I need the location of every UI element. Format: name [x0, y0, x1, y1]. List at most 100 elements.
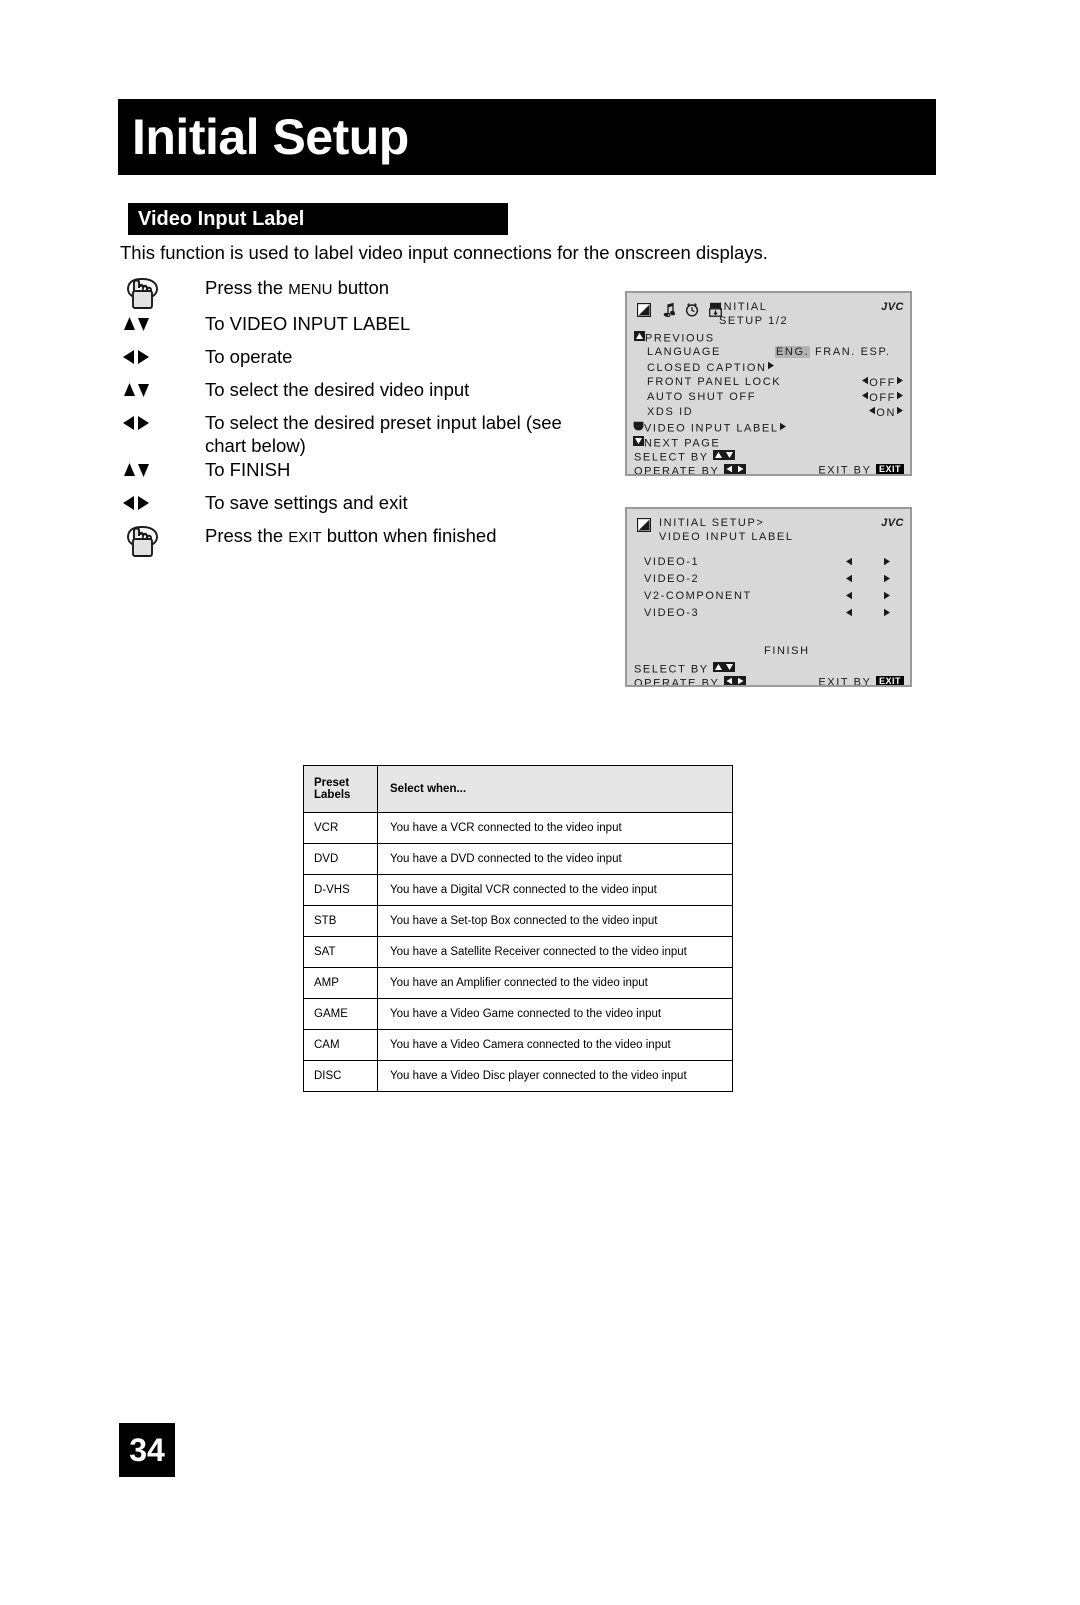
audio-note-icon[interactable]	[661, 302, 676, 322]
osd2-input-video-2-right-arrow[interactable]	[883, 574, 891, 586]
header-select-when: Select when...	[377, 765, 733, 813]
step-text-suffix: button	[332, 277, 390, 298]
down-triangle-icon	[724, 662, 736, 675]
cell-preset-label: GAME	[303, 998, 378, 1030]
osd-row-auto-shut-off-value[interactable]: OFF	[861, 391, 904, 404]
osd2-input-video-3-left-arrow[interactable]	[845, 608, 853, 620]
cell-description: You have an Amplifier connected to the v…	[377, 967, 733, 999]
cell-preset-label: STB	[303, 905, 378, 937]
timer-clock-icon[interactable]	[685, 302, 699, 322]
step-label: To operate	[205, 346, 293, 367]
left-right-arrows-icon	[120, 344, 205, 368]
left-triangle-icon	[861, 391, 869, 403]
osd-footer-select: SELECT BY	[634, 450, 736, 464]
osd-front-panel-lock-state: OFF	[869, 376, 896, 389]
step-to-video-input-label: To VIDEO INPUT LABEL	[120, 311, 610, 344]
step-label: To VIDEO INPUT LABEL	[205, 313, 411, 334]
right-triangle-icon	[896, 391, 904, 403]
cell-description: You have a Set-top Box connected to the …	[377, 905, 733, 937]
osd-video-input-label-text: VIDEO INPUT LABEL	[644, 422, 779, 435]
right-triangle-icon	[734, 676, 746, 685]
section-title: Video Input Label	[138, 208, 305, 230]
step-save-and-exit: To save settings and exit	[120, 490, 610, 523]
osd-row-video-input-label[interactable]: VIDEO INPUT LABEL	[633, 421, 787, 435]
cursor-pointer-icon	[633, 421, 644, 434]
osd2-input-video-1-label[interactable]: VIDEO-1	[644, 557, 699, 568]
osd-language-selected: ENG.	[775, 346, 811, 358]
osd-closed-caption-label: CLOSED CAPTION	[647, 361, 767, 374]
right-triangle-icon	[896, 406, 904, 418]
osd-previous-item[interactable]: PREVIOUS	[634, 331, 715, 345]
step-press-menu: Press the Menu button	[120, 275, 610, 311]
cell-preset-label: DISC	[303, 1060, 378, 1092]
osd-row-xds-id-label[interactable]: XDS ID	[647, 407, 693, 418]
up-down-arrows-icon	[120, 457, 205, 481]
up-triangle-icon	[713, 450, 725, 463]
table-row: CAM You have a Video Camera connected to…	[303, 1029, 733, 1061]
osd2-footer-operate-text: OPERATE BY	[634, 677, 720, 687]
osd2-input-video-3-label[interactable]: VIDEO-3	[644, 608, 699, 619]
step-text-keyname: Menu	[288, 281, 333, 298]
osd-footer-exit: EXIT BY EXIT	[818, 464, 904, 474]
down-triangle-icon	[724, 450, 736, 463]
osd2-footer-select-text: SELECT BY	[634, 663, 709, 676]
page-number: 34	[119, 1423, 175, 1477]
preset-labels-table: Preset Labels Select when... VCR You hav…	[303, 765, 733, 1092]
osd2-input-video-1-right-arrow[interactable]	[883, 557, 891, 569]
osd2-input-video-2-label[interactable]: VIDEO-2	[644, 574, 699, 585]
cell-preset-label: CAM	[303, 1029, 378, 1061]
step-text-keyname: Exit	[288, 529, 322, 547]
osd-row-front-panel-lock-label[interactable]: FRONT PANEL LOCK	[647, 377, 781, 388]
right-triangle-icon	[734, 464, 746, 474]
cell-description: You have a VCR connected to the video in…	[377, 812, 733, 844]
osd-xds-id-state: ON	[876, 406, 896, 419]
osd2-footer-operate: OPERATE BY	[634, 676, 746, 687]
table-row: AMP You have an Amplifier connected to t…	[303, 967, 733, 999]
left-right-arrows-icon	[120, 410, 205, 434]
left-right-arrows-icon	[120, 490, 205, 514]
osd2-input-video-2-left-arrow[interactable]	[845, 574, 853, 586]
osd2-title-line2: VIDEO INPUT LABEL	[659, 531, 794, 543]
picture-icon[interactable]	[636, 302, 652, 322]
osd2-input-v2-component-right-arrow[interactable]	[883, 591, 891, 603]
osd-row-front-panel-lock-value[interactable]: OFF	[861, 376, 904, 389]
table-row: SAT You have a Satellite Receiver connec…	[303, 936, 733, 968]
cell-description: You have a DVD connected to the video in…	[377, 843, 733, 875]
step-text-suffix: button when finished	[321, 525, 497, 547]
osd-row-language-label[interactable]: LANGUAGE	[647, 347, 721, 358]
table-row: GAME You have a Video Game connected to …	[303, 998, 733, 1030]
osd-row-closed-caption[interactable]: CLOSED CAPTION	[647, 361, 775, 374]
osd-footer-operate: OPERATE BY	[634, 464, 746, 476]
page-title-banner: Initial Setup	[118, 99, 936, 175]
osd2-footer-select: SELECT BY	[634, 662, 736, 676]
osd-initial-setup-screen: JVC INITIAL SETUP 1/2 PREVIOUS LANGUAGE …	[625, 291, 912, 476]
osd-row-auto-shut-off-label[interactable]: AUTO SHUT OFF	[647, 392, 756, 403]
osd-row-xds-id-value[interactable]: ON	[868, 406, 904, 419]
osd-row-language-value[interactable]: ENG. FRAN. ESP.	[775, 346, 891, 358]
table-head: Preset Labels Select when...	[303, 765, 733, 813]
osd2-input-video-1-controls[interactable]	[845, 557, 853, 569]
hand-press-button-icon	[120, 275, 205, 311]
cell-preset-label: VCR	[303, 812, 378, 844]
page-title: Initial Setup	[132, 109, 409, 165]
step-press-exit: Press the Exit button when finished	[120, 523, 610, 559]
left-triangle-icon	[723, 676, 735, 685]
exit-key-badge: EXIT	[875, 676, 904, 685]
cell-preset-label: SAT	[303, 936, 378, 968]
cell-preset-label: DVD	[303, 843, 378, 875]
osd-row-next-page[interactable]: NEXT PAGE	[633, 436, 721, 450]
osd2-input-v2-component-label[interactable]: V2-COMPONENT	[644, 591, 752, 602]
cell-description: You have a Video Disc player connected t…	[377, 1060, 733, 1092]
hand-press-button-icon	[120, 523, 205, 559]
osd2-input-video-3-right-arrow[interactable]	[883, 608, 891, 620]
osd-footer-operate-text: OPERATE BY	[634, 465, 720, 476]
step-to-operate: To operate	[120, 344, 610, 377]
osd2-input-v2-component-left-arrow[interactable]	[845, 591, 853, 603]
up-down-arrows-icon	[120, 377, 205, 401]
step-select-preset-label: To select the desired preset input label…	[120, 410, 610, 457]
intro-paragraph: This function is used to label video inp…	[120, 242, 768, 263]
step-label: To select the desired video input	[205, 379, 470, 400]
osd2-finish-item[interactable]: FINISH	[764, 646, 810, 657]
osd-next-page-label: NEXT PAGE	[644, 437, 721, 450]
picture-icon	[636, 517, 652, 537]
